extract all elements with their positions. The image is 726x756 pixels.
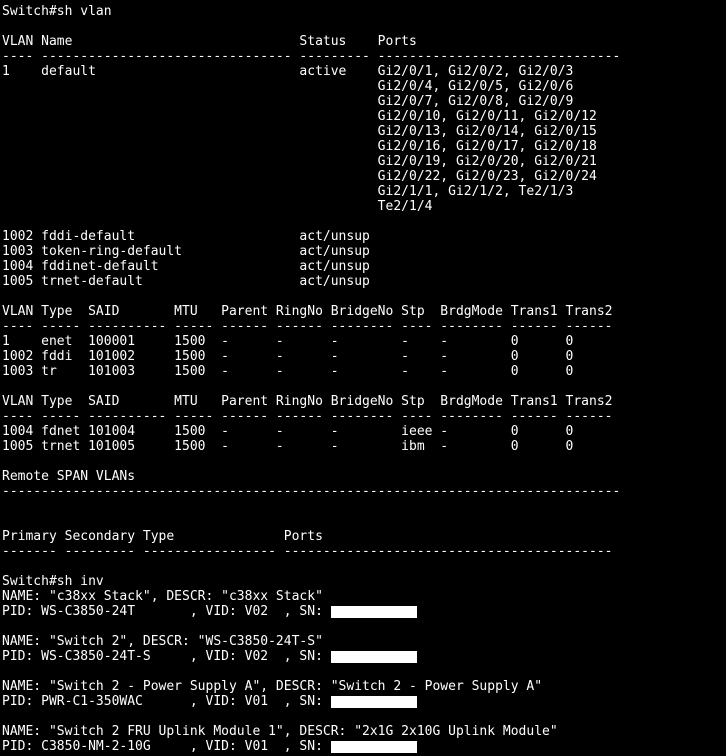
serial-number-redaction (330, 651, 417, 663)
inventory-pid-text: PID: WS-C3850-24T-S , VID: V02 , SN: (2, 649, 331, 664)
table-row: 1 default active Gi2/0/1, Gi2/0/2, Gi2/0… (2, 64, 574, 79)
serial-number-redaction (330, 606, 417, 618)
table-row: Gi2/0/16, Gi2/0/17, Gi2/0/18 (2, 139, 597, 154)
inventory-pid-line: PID: PWR-C1-350WAC , VID: V01 , SN: (2, 694, 726, 709)
inventory-name-line: NAME: "Switch 2", DESCR: "WS-C3850-24T-S… (2, 634, 323, 649)
inventory-pid-line: PID: WS-C3850-24T , VID: V02 , SN: (2, 604, 726, 619)
table-row: 1005 trnet-default act/unsup (2, 274, 370, 289)
remote-span-separator: ----------------------------------------… (2, 484, 621, 499)
inventory-name-line: NAME: "c38xx Stack", DESCR: "c38xx Stack… (2, 589, 323, 604)
inventory-pid-text: PID: WS-C3850-24T , VID: V02 , SN: (2, 604, 331, 619)
table-row: Gi2/0/22, Gi2/0/23, Gi2/0/24 (2, 169, 597, 184)
prompt-line-sh-vlan: Switch#sh vlan (2, 4, 112, 19)
vlan-detail-table-2-separator: ---- ----- ---------- ----- ------ -----… (2, 409, 613, 424)
terminal-window[interactable]: Switch#sh vlan VLAN Name Status Ports --… (0, 0, 726, 754)
table-row: Gi2/0/10, Gi2/0/11, Gi2/0/12 (2, 109, 597, 124)
inventory-pid-line: PID: C3850-NM-2-10G , VID: V01 , SN: (2, 739, 726, 754)
inventory-name-line: NAME: "Switch 2 - Power Supply A", DESCR… (2, 679, 543, 694)
inventory-pid-text: PID: C3850-NM-2-10G , VID: V01 , SN: (2, 739, 331, 754)
vlan-detail-table-1-header: VLAN Type SAID MTU Parent RingNo BridgeN… (2, 304, 613, 319)
table-row: Gi2/0/7, Gi2/0/8, Gi2/0/9 (2, 94, 574, 109)
table-row: 1004 fddinet-default act/unsup (2, 259, 370, 274)
table-row: Gi2/0/4, Gi2/0/5, Gi2/0/6 (2, 79, 574, 94)
inventory-name-line: NAME: "Switch 2 FRU Uplink Module 1", DE… (2, 724, 558, 739)
table-row: Gi2/0/19, Gi2/0/20, Gi2/0/21 (2, 154, 597, 169)
serial-number-redaction (330, 741, 417, 753)
table-row: 1005 trnet 101005 1500 - - - ibm - 0 0 (2, 439, 574, 454)
vlan-detail-table-1-separator: ---- ----- ---------- ----- ------ -----… (2, 319, 613, 334)
table-row: 1003 token-ring-default act/unsup (2, 244, 370, 259)
table-row: 1003 tr 101003 1500 - - - - - 0 0 (2, 364, 574, 379)
inventory-pid-line: PID: WS-C3850-24T-S , VID: V02 , SN: (2, 649, 726, 664)
table-row: 1 enet 100001 1500 - - - - - 0 0 (2, 334, 574, 349)
remote-span-title: Remote SPAN VLANs (2, 469, 136, 484)
private-vlan-table-separator: ------- --------- ----------------- ----… (2, 544, 613, 559)
table-row: Gi2/1/1, Gi2/1/2, Te2/1/3 (2, 184, 574, 199)
vlan-table-header: VLAN Name Status Ports (2, 34, 417, 49)
vlan-table-separator: ---- -------------------------------- --… (2, 49, 621, 64)
private-vlan-table-header: Primary Secondary Type Ports (2, 529, 323, 544)
table-row: 1004 fdnet 101004 1500 - - - ieee - 0 0 (2, 424, 574, 439)
table-row: 1002 fddi-default act/unsup (2, 229, 370, 244)
serial-number-redaction (330, 696, 417, 708)
table-row: Te2/1/4 (2, 199, 433, 214)
prompt-line-sh-inv: Switch#sh inv (2, 574, 104, 589)
table-row: Gi2/0/13, Gi2/0/14, Gi2/0/15 (2, 124, 597, 139)
vlan-detail-table-2-header: VLAN Type SAID MTU Parent RingNo BridgeN… (2, 394, 613, 409)
inventory-pid-text: PID: PWR-C1-350WAC , VID: V01 , SN: (2, 694, 331, 709)
table-row: 1002 fddi 101002 1500 - - - - - 0 0 (2, 349, 574, 364)
